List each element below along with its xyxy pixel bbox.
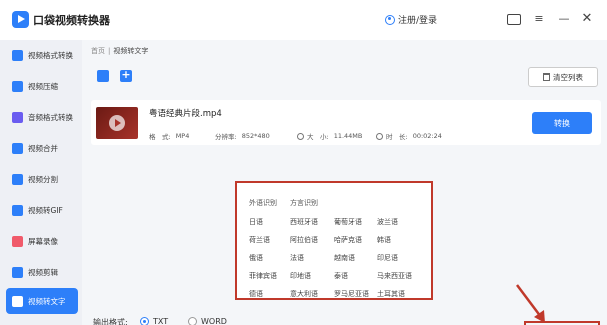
language-option[interactable]: 法语 <box>290 253 304 263</box>
sidebar-item-label: 视频格式转换 <box>28 50 73 60</box>
clear-list-label: 清空列表 <box>553 72 583 82</box>
login-label: 注册/登录 <box>398 16 438 26</box>
audio-icon <box>12 111 23 123</box>
user-icon <box>385 14 395 25</box>
sidebar: 视频格式转换 视频压缩 音频格式转换 视频合并 视频分割 视频转GIF 屏幕录像 <box>0 40 82 325</box>
duration-value: 00:02:24 <box>412 132 442 140</box>
duration-label: 时 长: <box>386 133 408 141</box>
sidebar-item-screen-record[interactable]: 屏幕录像 <box>6 228 78 254</box>
clear-list-button[interactable]: 清空列表 <box>528 67 598 87</box>
language-option[interactable]: 意大利语 <box>290 289 318 299</box>
language-option[interactable]: 西班牙语 <box>290 217 318 227</box>
format-label: 格 式: <box>149 133 171 141</box>
clock-icon <box>376 132 383 140</box>
app-logo-icon <box>12 11 29 28</box>
format-info: 格 式: MP4 <box>149 131 189 141</box>
sidebar-item-label: 视频分割 <box>28 174 58 184</box>
scissors-icon <box>12 266 23 278</box>
resolution-value: 852*480 <box>241 132 270 140</box>
language-option[interactable]: 日语 <box>249 217 263 227</box>
language-option[interactable]: 阿拉伯语 <box>290 235 318 245</box>
tab-foreign-language[interactable]: 外语识别 <box>249 198 277 208</box>
sidebar-item-label: 视频转GIF <box>28 205 63 215</box>
language-option[interactable]: 印地语 <box>290 271 311 281</box>
app-window: 口袋视频转换器 注册/登录 ≡ — ✕ 视频格式转换 视频压缩 音频格式转换 视… <box>0 0 607 325</box>
sidebar-item-video-to-gif[interactable]: 视频转GIF <box>6 197 78 223</box>
video-convert-icon <box>12 49 23 61</box>
radio-txt-label: TXT <box>153 317 169 325</box>
output-format-label: 输出格式: <box>93 318 128 325</box>
language-option[interactable]: 越南语 <box>334 253 355 263</box>
sidebar-item-video-compress[interactable]: 视频压缩 <box>6 73 78 99</box>
language-option[interactable]: 菲律宾语 <box>249 271 277 281</box>
size-icon <box>297 132 304 140</box>
trash-icon <box>543 73 550 81</box>
add-file-button[interactable] <box>120 68 132 82</box>
file-item: 粤语经典片段.mp4 格 式: MP4 分辨率: 852*480 大 小: 11… <box>91 100 601 145</box>
language-option[interactable]: 俄语 <box>249 253 263 263</box>
text-icon <box>12 295 23 307</box>
sidebar-item-video-split[interactable]: 视频分割 <box>6 166 78 192</box>
tab-dialect[interactable]: 方言识别 <box>290 198 318 208</box>
sidebar-item-video-edit[interactable]: 视频剪辑 <box>6 259 78 285</box>
language-option[interactable]: 罗马尼亚语 <box>334 289 369 299</box>
language-option[interactable]: 德语 <box>249 289 263 299</box>
close-icon[interactable]: ✕ <box>580 12 594 26</box>
resolution-info: 分辨率: 852*480 <box>215 131 270 141</box>
sidebar-item-label: 屏幕录像 <box>28 236 58 246</box>
sidebar-item-label: 音频格式转换 <box>28 112 73 122</box>
gif-icon <box>12 204 23 216</box>
language-panel: 外语识别 方言识别 日语 西班牙语 葡萄牙语 波兰语荷兰语 阿拉伯语 哈萨克语 韩语俄语 法语… <box>235 181 433 300</box>
format-value: MP4 <box>175 132 190 140</box>
play-icon[interactable] <box>109 115 125 131</box>
size-info: 大 小: 11.44MB <box>297 131 362 141</box>
merge-icon <box>12 142 23 154</box>
sidebar-item-label: 视频转文字 <box>28 296 66 306</box>
app-title: 口袋视频转换器 <box>33 14 110 27</box>
convert-button[interactable]: 转换 <box>532 112 592 134</box>
breadcrumb-separator: | <box>108 47 111 55</box>
compress-icon <box>12 80 23 92</box>
annotation-box <box>524 321 600 325</box>
resolution-label: 分辨率: <box>215 133 237 141</box>
radio-txt[interactable] <box>140 317 149 325</box>
sidebar-item-label: 视频压缩 <box>28 81 58 91</box>
size-value: 11.44MB <box>333 132 363 140</box>
sidebar-item-label: 视频合并 <box>28 143 58 153</box>
sidebar-item-video-merge[interactable]: 视频合并 <box>6 135 78 161</box>
sidebar-item-audio-format[interactable]: 音频格式转换 <box>6 104 78 130</box>
language-option[interactable]: 韩语 <box>377 235 391 245</box>
language-option[interactable]: 葡萄牙语 <box>334 217 362 227</box>
title-bar: 口袋视频转换器 注册/登录 ≡ — ✕ <box>0 0 607 40</box>
breadcrumb-current: 视频转文字 <box>113 47 149 55</box>
sidebar-item-label: 视频剪辑 <box>28 267 58 277</box>
add-folder-button[interactable] <box>97 70 109 82</box>
radio-word[interactable] <box>188 317 197 325</box>
minimize-icon[interactable]: — <box>557 12 571 26</box>
sidebar-item-video-format[interactable]: 视频格式转换 <box>6 42 78 68</box>
duration-info: 时 长: 00:02:24 <box>376 131 442 141</box>
radio-word-label: WORD <box>201 317 227 325</box>
file-name: 粤语经典片段.mp4 <box>149 109 222 119</box>
language-option[interactable]: 泰语 <box>334 271 348 281</box>
language-option[interactable]: 土耳其语 <box>377 289 405 299</box>
language-option[interactable]: 荷兰语 <box>249 235 270 245</box>
sidebar-item-video-to-text[interactable]: 视频转文字 <box>6 288 78 314</box>
breadcrumb-home[interactable]: 首页 <box>91 47 105 55</box>
video-thumbnail <box>96 107 138 139</box>
size-label: 大 小: <box>307 133 329 141</box>
record-icon <box>12 235 23 247</box>
folder-icon[interactable] <box>507 14 521 25</box>
language-option[interactable]: 马来西亚语 <box>377 271 412 281</box>
language-option[interactable]: 印尼语 <box>377 253 398 263</box>
language-option[interactable]: 波兰语 <box>377 217 398 227</box>
menu-icon[interactable]: ≡ <box>532 12 546 26</box>
split-icon <box>12 173 23 185</box>
login-button[interactable]: 注册/登录 <box>385 13 437 26</box>
language-option[interactable]: 哈萨克语 <box>334 235 362 245</box>
breadcrumb: 首页 | 视频转文字 <box>91 46 148 56</box>
annotation-arrow <box>516 284 545 323</box>
